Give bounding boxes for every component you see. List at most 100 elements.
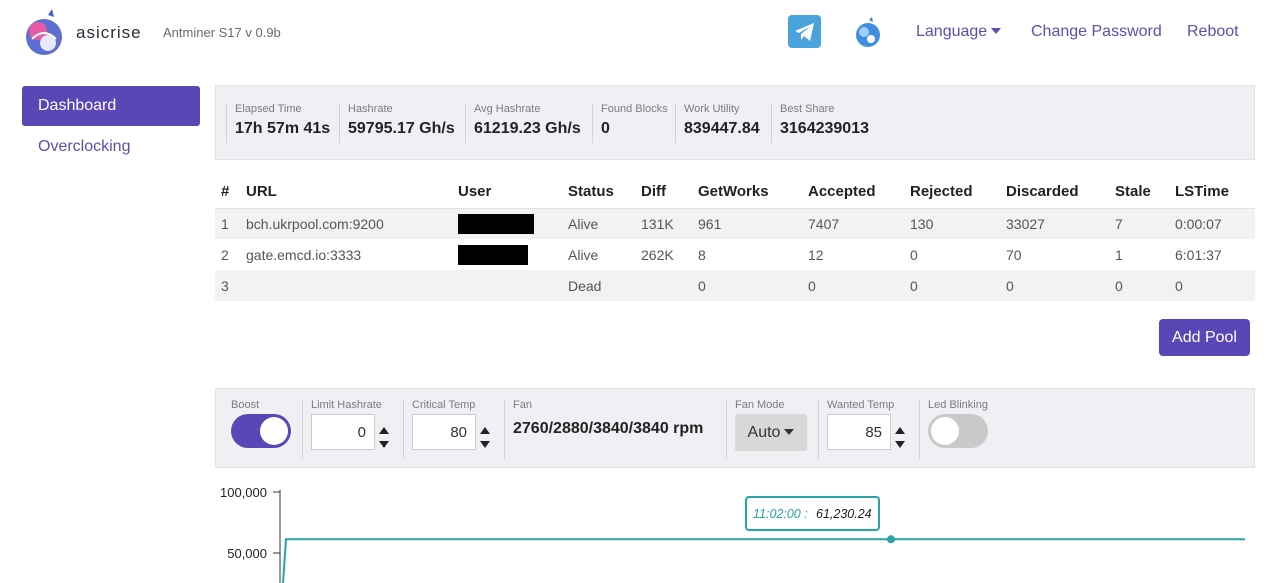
change-password-link[interactable]: Change Password — [1031, 23, 1162, 41]
fan-mode-value: Auto — [747, 424, 781, 441]
device-model: Antminer S17 v 0.9b — [163, 25, 281, 40]
stat-label: Avg Hashrate — [474, 103, 541, 115]
critical-temp-spinner[interactable] — [478, 419, 492, 455]
col-header: URL — [240, 176, 452, 209]
cell: 7 — [1109, 208, 1169, 239]
caret-down-icon[interactable] — [895, 441, 905, 448]
led-blinking-toggle[interactable] — [928, 414, 988, 448]
chevron-down-icon — [991, 28, 1002, 34]
stat-value: 3164239013 — [780, 120, 869, 137]
stat-work-utility: Work Utility 839447.84 — [675, 103, 760, 143]
controls-panel: Boost Limit Hashrate Critical Temp Fan 2… — [215, 388, 1255, 468]
add-pool-button[interactable]: Add Pool — [1159, 319, 1250, 356]
cell: 262K — [641, 246, 674, 263]
stats-panel: Elapsed Time 17h 57m 41s Hashrate 59795.… — [215, 85, 1255, 160]
cell: 0 — [1109, 270, 1169, 301]
table-row: 3 Dead 0 0 0 0 0 0 — [215, 270, 1255, 301]
stat-value: 839447.84 — [684, 120, 760, 137]
series-line — [282, 538, 1245, 583]
cell — [240, 270, 452, 301]
caret-down-icon[interactable] — [480, 441, 490, 448]
sidebar-item-overclocking[interactable]: Overclocking — [22, 127, 200, 167]
fan-label: Fan — [513, 399, 532, 411]
stat-hashrate: Hashrate 59795.17 Gh/s — [339, 103, 455, 143]
boost-control: Boost — [231, 399, 291, 459]
y-tick-label: 100,000 — [220, 485, 267, 500]
tooltip-value: 61,230.24 — [816, 507, 872, 521]
cell — [635, 270, 692, 301]
cell: 6:01:37 — [1175, 246, 1222, 263]
wanted-temp-input[interactable] — [827, 414, 891, 450]
cell: 33027 — [1000, 208, 1109, 239]
cell-user — [452, 239, 562, 270]
cell: 0 — [1169, 270, 1255, 301]
cell: 0 — [904, 270, 1000, 301]
cell: 0 — [910, 246, 918, 263]
caret-up-icon[interactable] — [480, 427, 490, 434]
led-blinking-label: Led Blinking — [928, 399, 988, 411]
cell: 70 — [1006, 246, 1022, 263]
hashrate-chart: 100,000 50,000 11:02:00 : 61,230.24 — [220, 485, 1245, 583]
table-row: 2 gate.emcd.io:3333 Alive 262K 8 12 0 70… — [215, 239, 1255, 270]
data-point[interactable] — [887, 535, 895, 544]
stat-best-share: Best Share 3164239013 — [771, 103, 869, 143]
table-header-row: # URL User Status Diff GetWorks Accepted… — [215, 176, 1255, 209]
chevron-down-icon — [784, 429, 795, 435]
caret-up-icon[interactable] — [379, 427, 389, 434]
limit-hashrate-control: Limit Hashrate — [302, 399, 389, 459]
wanted-temp-label: Wanted Temp — [827, 399, 895, 411]
col-header: User — [452, 176, 562, 209]
stat-value: 59795.17 Gh/s — [348, 120, 455, 137]
critical-temp-input[interactable] — [412, 414, 476, 450]
limit-hashrate-spinner[interactable] — [377, 419, 391, 455]
col-header: # — [215, 176, 240, 209]
cell: bch.ukrpool.com:9200 — [240, 208, 452, 239]
redacted-block — [458, 213, 534, 234]
y-tick-label: 50,000 — [227, 546, 267, 561]
language-dropdown[interactable]: Language — [916, 23, 1002, 41]
cell: 1 — [215, 208, 240, 239]
cell: 131K — [635, 208, 692, 239]
stat-value: 61219.23 Gh/s — [474, 120, 581, 137]
telegram-icon[interactable] — [788, 15, 821, 48]
chart-tooltip: 11:02:00 : 61,230.24 — [745, 496, 880, 531]
col-header: Accepted — [802, 176, 904, 209]
asicrise-small-logo-icon[interactable] — [853, 17, 883, 48]
fan-mode-label: Fan Mode — [735, 399, 785, 411]
stat-found-blocks: Found Blocks 0 — [592, 103, 668, 143]
reboot-link[interactable]: Reboot — [1187, 23, 1239, 41]
critical-temp-label: Critical Temp — [412, 399, 476, 411]
col-header: Stale — [1109, 176, 1169, 209]
caret-up-icon[interactable] — [895, 427, 905, 434]
col-header: Diff — [635, 176, 692, 209]
redacted-block — [458, 244, 528, 265]
tooltip-time: 11:02:00 : — [753, 507, 808, 521]
cell-user — [452, 208, 562, 239]
cell: 0 — [692, 270, 802, 301]
toggle-knob — [931, 417, 959, 445]
limit-hashrate-label: Limit Hashrate — [311, 399, 382, 411]
cell: Dead — [562, 270, 635, 301]
asicrise-logo[interactable] — [22, 9, 68, 57]
cell — [452, 270, 562, 301]
col-header: Status — [562, 176, 635, 209]
sidebar-item-dashboard[interactable]: Dashboard — [22, 86, 200, 126]
stat-value: 17h 57m 41s — [235, 120, 331, 137]
wanted-temp-spinner[interactable] — [893, 419, 907, 455]
col-header: LSTime — [1169, 176, 1255, 209]
cell: 0 — [802, 270, 904, 301]
language-label: Language — [916, 23, 988, 40]
cell: 0:00:07 — [1169, 208, 1255, 239]
stat-label: Found Blocks — [601, 103, 668, 115]
limit-hashrate-input[interactable] — [311, 414, 375, 450]
wanted-temp-control: Wanted Temp — [818, 399, 905, 459]
stat-elapsed-time: Elapsed Time 17h 57m 41s — [226, 103, 330, 143]
boost-toggle[interactable] — [231, 414, 291, 448]
cell: Alive — [568, 246, 599, 263]
cell: gate.emcd.io:3333 — [246, 246, 362, 263]
caret-down-icon[interactable] — [379, 441, 389, 448]
critical-temp-control: Critical Temp — [403, 399, 490, 459]
fan-mode-select[interactable]: Auto — [735, 414, 807, 451]
cell: 7407 — [802, 208, 904, 239]
stat-avg-hashrate: Avg Hashrate 61219.23 Gh/s — [465, 103, 581, 143]
